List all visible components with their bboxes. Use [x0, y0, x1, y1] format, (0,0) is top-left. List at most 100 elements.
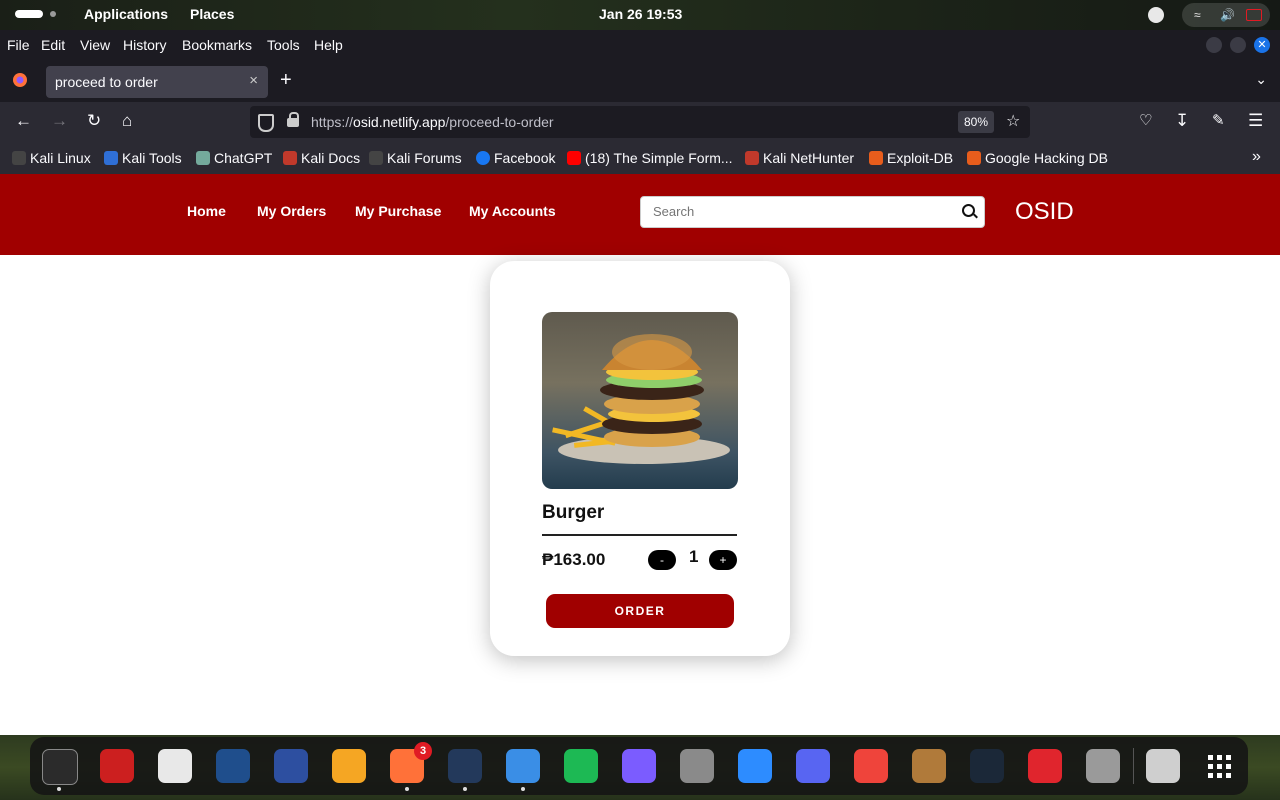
kali-tools-icon	[104, 151, 118, 165]
back-icon[interactable]: ←	[15, 111, 32, 131]
menu-view[interactable]: View	[80, 37, 110, 53]
nav-home[interactable]: Home	[187, 203, 226, 219]
dock-vlc-media-icon[interactable]	[332, 749, 366, 783]
system-status-area[interactable]: ≈ 🔊	[1182, 3, 1270, 27]
dock-terminal-icon[interactable]	[42, 749, 78, 785]
firefox-view-icon[interactable]	[12, 72, 28, 88]
battery-icon	[1246, 9, 1262, 21]
nav-my-purchase[interactable]: My Purchase	[355, 203, 441, 219]
more-bookmarks-icon[interactable]: »	[1252, 148, 1261, 166]
places-menu[interactable]: Places	[190, 6, 234, 22]
menu-file[interactable]: File	[7, 37, 30, 53]
bookmark-star-icon[interactable]: ☆	[1006, 111, 1020, 131]
dock-app-grid-icon[interactable]	[1202, 749, 1236, 783]
dock-root-terminal-icon[interactable]	[100, 749, 134, 783]
kali-dragon-icon	[12, 151, 26, 165]
dock-finder-icon[interactable]	[506, 749, 540, 783]
dock-text-editor-icon[interactable]	[158, 749, 192, 783]
reload-icon[interactable]: ↻	[87, 111, 101, 131]
app-menu-icon[interactable]: ☰	[1248, 111, 1263, 131]
dock-game-character-icon[interactable]	[912, 749, 946, 783]
firefox-notification-badge: 3	[414, 742, 432, 760]
menu-bookmarks[interactable]: Bookmarks	[182, 37, 252, 53]
dock-discord-icon[interactable]	[796, 749, 830, 783]
bookmark-kali-tools[interactable]: Kali Tools	[104, 150, 182, 166]
bookmark-kali-docs[interactable]: Kali Docs	[283, 150, 360, 166]
forward-icon[interactable]: →	[51, 111, 68, 131]
maximize-button[interactable]	[1230, 37, 1246, 53]
workspace-dot[interactable]	[50, 11, 56, 17]
lock-icon[interactable]	[287, 112, 299, 127]
downloads-icon[interactable]: ↧	[1175, 111, 1189, 131]
dock-running-indicator	[463, 787, 467, 791]
chatgpt-icon	[196, 151, 210, 165]
menu-edit[interactable]: Edit	[41, 37, 65, 53]
menu-help[interactable]: Help	[314, 37, 343, 53]
bookmark-chatgpt[interactable]: ChatGPT	[196, 150, 272, 166]
clock[interactable]: Jan 26 19:53	[599, 6, 682, 22]
dock-wireshark-icon[interactable]	[274, 749, 308, 783]
bookmarks-toolbar: Kali Linux Kali Tools ChatGPT Kali Docs …	[0, 142, 1280, 174]
nav-my-orders[interactable]: My Orders	[257, 203, 326, 219]
site-header: Home My Orders My Purchase My Accounts O…	[0, 174, 1280, 255]
kali-docs-icon	[283, 151, 297, 165]
bookmark-youtube[interactable]: (18) The Simple Form...	[567, 150, 733, 166]
bookmark-kali-nethunter[interactable]: Kali NetHunter	[745, 150, 854, 166]
list-all-tabs-icon[interactable]: ⌄	[1255, 71, 1267, 88]
dock-acrobat-icon[interactable]	[1028, 749, 1062, 783]
close-window-button[interactable]: ✕	[1254, 37, 1270, 53]
new-tab-icon[interactable]: +	[280, 69, 292, 92]
menu-tools[interactable]: Tools	[267, 37, 300, 53]
dock-running-indicator	[57, 787, 61, 791]
bookmark-google-hacking-db[interactable]: Google Hacking DB	[967, 150, 1108, 166]
menu-history[interactable]: History	[123, 37, 167, 53]
extensions-icon[interactable]: ✎	[1212, 111, 1225, 129]
home-icon[interactable]: ⌂	[122, 111, 132, 131]
quantity-increase-button[interactable]: +	[709, 550, 737, 570]
dock-anydesk-icon[interactable]	[854, 749, 888, 783]
site-brand[interactable]: OSID	[1015, 198, 1074, 226]
url-text[interactable]: https://osid.netlify.app/proceed-to-orde…	[311, 114, 554, 130]
bookmark-kali-forums[interactable]: Kali Forums	[369, 150, 462, 166]
quantity-decrease-button[interactable]: -	[648, 550, 676, 570]
tracking-protection-icon[interactable]	[258, 114, 274, 132]
zoom-indicator[interactable]: 80%	[958, 111, 994, 133]
facebook-icon	[476, 151, 490, 165]
dock-steam-icon[interactable]	[970, 749, 1004, 783]
tab-title: proceed to order	[55, 74, 158, 90]
product-name: Burger	[542, 502, 605, 523]
dock-metasploit-icon[interactable]	[216, 749, 250, 783]
minimize-button[interactable]	[1206, 37, 1222, 53]
dock-running-indicator	[405, 787, 409, 791]
youtube-icon	[567, 151, 581, 165]
address-bar[interactable]: https://osid.netlify.app/proceed-to-orde…	[250, 106, 1030, 138]
bookmark-facebook[interactable]: Facebook	[476, 150, 555, 166]
nethunter-icon	[745, 151, 759, 165]
dock-separator	[1133, 748, 1134, 784]
dock-settings-icon[interactable]	[680, 749, 714, 783]
search-box	[640, 196, 985, 228]
nav-my-accounts[interactable]: My Accounts	[469, 203, 556, 219]
applications-menu[interactable]: Applications	[84, 6, 168, 22]
dock-messenger-icon[interactable]	[622, 749, 656, 783]
dock-volume-icon[interactable]	[1086, 749, 1120, 783]
volume-icon: 🔊	[1220, 8, 1235, 22]
ghdb-icon	[967, 151, 981, 165]
order-button[interactable]: ORDER	[546, 594, 734, 628]
bookmark-kali-linux[interactable]: Kali Linux	[12, 150, 91, 166]
dock-vscode-icon[interactable]	[448, 749, 482, 783]
dock-spotify-icon[interactable]	[564, 749, 598, 783]
dock-trash-icon[interactable]	[1146, 749, 1180, 783]
messenger-tray-icon[interactable]	[1148, 7, 1164, 23]
bookmark-exploit-db[interactable]: Exploit-DB	[869, 150, 953, 166]
dock-zoom-icon[interactable]	[738, 749, 772, 783]
close-tab-icon[interactable]: ×	[249, 72, 258, 89]
pocket-icon[interactable]: ♡	[1139, 111, 1152, 129]
search-input[interactable]	[651, 203, 945, 220]
burger-image	[542, 312, 738, 489]
tab-proceed-to-order[interactable]: proceed to order ×	[46, 66, 268, 98]
search-icon[interactable]	[962, 204, 975, 217]
dock-running-indicator	[521, 787, 525, 791]
product-card: Burger ₱163.00 - 1 + ORDER	[490, 261, 790, 656]
workspace-indicator[interactable]	[15, 10, 43, 18]
